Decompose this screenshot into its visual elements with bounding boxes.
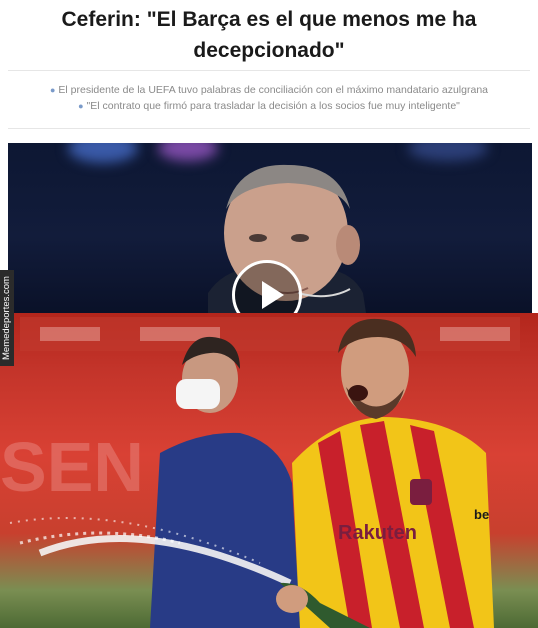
watermark: Memedeportes.com: [0, 270, 14, 366]
jersey-sponsor: Rakuten: [338, 522, 417, 544]
summary-text: El presidente de la UEFA tuvo palabras d…: [58, 84, 488, 96]
bullet-icon: ●: [78, 101, 84, 111]
celebration-scene: SEN Rakuten be: [0, 317, 520, 628]
summary-text: "El contrato que firmó para trasladar la…: [86, 100, 460, 112]
board-text: SEN: [0, 428, 144, 506]
sleeve-text: be: [474, 507, 489, 522]
divider: [8, 70, 530, 71]
meme-photo: SEN Rakuten be: [0, 313, 538, 628]
divider: [8, 128, 530, 129]
summary-item: ● El presidente de la UEFA tuvo palabras …: [0, 82, 538, 98]
bullet-icon: ●: [49, 85, 56, 95]
article-summary: ● El presidente de la UEFA tuvo palabras …: [0, 82, 538, 114]
article-headline: Ceferin: "El Barça es el que menos me ha…: [61, 8, 477, 62]
summary-item: ● "El contrato que firmó para trasladar l…: [0, 98, 538, 114]
